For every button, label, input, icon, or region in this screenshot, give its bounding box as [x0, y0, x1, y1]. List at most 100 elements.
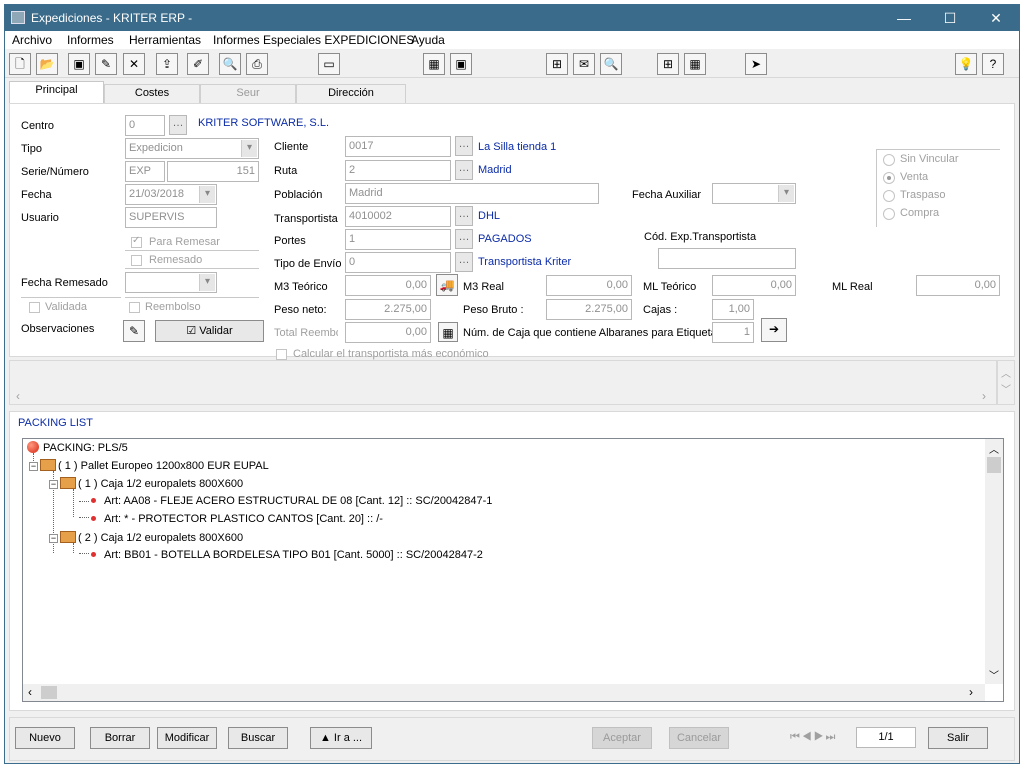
traspaso-radio[interactable]: [883, 190, 895, 202]
ml-real-field[interactable]: 0,00: [916, 275, 1000, 296]
article-node[interactable]: Art: BB01 - BOTELLA BORDELESA TIPO B01 […: [91, 549, 483, 561]
menu-herramientas[interactable]: Herramientas: [129, 33, 201, 47]
validar-button[interactable]: ☑ Validar: [155, 320, 264, 342]
ruta-lookup-button[interactable]: …: [455, 160, 473, 180]
tree-icon[interactable]: ⊞: [546, 53, 568, 75]
sin-vincular-radio[interactable]: [883, 154, 895, 166]
fecha-field[interactable]: 21/03/2018 ▾: [125, 184, 217, 205]
grid-icon[interactable]: ⊞: [657, 53, 679, 75]
chevron-up-icon[interactable]: ︿: [989, 441, 999, 456]
numero-field[interactable]: 151: [167, 161, 259, 182]
disk-icon[interactable]: ▣: [450, 53, 472, 75]
caja2-node[interactable]: −( 2 ) Caja 1/2 europalets 800X600: [49, 531, 243, 544]
vertical-scroll[interactable]: ︿ ﹀: [997, 360, 1015, 405]
collapse-icon[interactable]: −: [49, 534, 58, 543]
tab-costes[interactable]: Costes: [104, 84, 200, 103]
edit-icon[interactable]: ✎: [95, 53, 117, 75]
tab-seur[interactable]: Seur: [200, 84, 296, 103]
calculator-icon[interactable]: ▦: [438, 322, 458, 342]
total-reembolso-field[interactable]: 0,00: [345, 322, 431, 343]
borrar-button[interactable]: Borrar: [90, 727, 150, 749]
search-doc-icon[interactable]: 🔍: [600, 53, 622, 75]
menu-ayuda[interactable]: Ayuda: [411, 33, 445, 47]
arrow-right-icon[interactable]: ➔: [761, 318, 787, 342]
cancelar-button[interactable]: Cancelar: [669, 727, 729, 749]
scroll-thumb[interactable]: [987, 457, 1001, 473]
scroll-thumb[interactable]: [41, 686, 57, 699]
transportista-lookup-button[interactable]: …: [455, 206, 473, 226]
packing-tree[interactable]: PACKING: PLS/5 −( 1 ) Pallet Europeo 120…: [22, 438, 1004, 702]
menu-informes-especiales[interactable]: Informes Especiales EXPEDICIONES: [213, 33, 414, 47]
menu-informes[interactable]: Informes: [67, 33, 114, 47]
scroll-left-icon[interactable]: ‹: [28, 685, 32, 699]
buscar-button[interactable]: Buscar: [228, 727, 288, 749]
tab-principal[interactable]: Principal: [9, 81, 104, 103]
tipo-envio-field[interactable]: 0: [345, 252, 451, 273]
chevron-down-icon[interactable]: ﹀: [1001, 381, 1011, 396]
modificar-button[interactable]: Modificar: [157, 727, 217, 749]
usuario-field[interactable]: SUPERVIS: [125, 207, 217, 228]
centro-lookup-button[interactable]: …: [169, 115, 187, 135]
preview-icon[interactable]: 🔍: [219, 53, 241, 75]
num-caja-field[interactable]: 1: [712, 322, 754, 343]
print-icon[interactable]: ⎙: [246, 53, 268, 75]
scroll-right-icon[interactable]: ›: [982, 389, 986, 403]
notes-edit-icon[interactable]: ✎: [123, 320, 145, 342]
m3-real-field[interactable]: 0,00: [546, 275, 632, 296]
validada-checkbox[interactable]: [29, 302, 40, 313]
table-icon[interactable]: ▦: [684, 53, 706, 75]
maximize-button[interactable]: ☐: [927, 5, 973, 31]
lightbulb-icon[interactable]: 💡: [955, 53, 977, 75]
calculator-icon[interactable]: ▦: [423, 53, 445, 75]
window-icon[interactable]: ▭: [318, 53, 340, 75]
caja1-node[interactable]: −( 1 ) Caja 1/2 europalets 800X600: [49, 477, 243, 490]
article-node[interactable]: Art: * - PROTECTOR PLASTICO CANTOS [Cant…: [91, 513, 383, 525]
calcular-checkbox[interactable]: [276, 349, 287, 360]
para-remesar-checkbox[interactable]: [131, 235, 142, 248]
collapse-icon[interactable]: −: [49, 480, 58, 489]
cajas-field[interactable]: 1,00: [712, 299, 754, 320]
export-icon[interactable]: ⇪: [156, 53, 178, 75]
fecha-auxiliar-field[interactable]: ▾: [712, 183, 796, 204]
cod-exp-field[interactable]: [658, 248, 796, 269]
transportista-field[interactable]: 4010002: [345, 206, 451, 227]
ruta-field[interactable]: 2: [345, 160, 451, 181]
poblacion-field[interactable]: Madrid: [345, 183, 599, 204]
cliente-lookup-button[interactable]: …: [455, 136, 473, 156]
peso-bruto-field[interactable]: 2.275,00: [546, 299, 632, 320]
chevron-down-icon[interactable]: ﹀: [989, 667, 999, 682]
salir-button[interactable]: Salir: [928, 727, 988, 749]
help-icon[interactable]: ?: [982, 53, 1004, 75]
compra-radio[interactable]: [883, 208, 895, 220]
scroll-right-icon[interactable]: ›: [969, 685, 973, 699]
aceptar-button[interactable]: Aceptar: [592, 727, 652, 749]
record-navigation-icons[interactable]: ⏮◀▶⏭: [790, 731, 837, 744]
nuevo-button[interactable]: Nuevo: [15, 727, 75, 749]
centro-field[interactable]: 0: [125, 115, 165, 136]
delete-icon[interactable]: ✕: [123, 53, 145, 75]
ir-a-button[interactable]: ▲ Ir a ...: [310, 727, 372, 749]
mail-icon[interactable]: ✉: [573, 53, 595, 75]
m3-teorico-field[interactable]: 0,00: [345, 275, 431, 296]
article-node[interactable]: Art: AA08 - FLEJE ACERO ESTRUCTURAL DE 0…: [91, 495, 492, 507]
remesado-checkbox[interactable]: [131, 255, 142, 266]
scroll-left-icon[interactable]: ‹: [16, 389, 20, 403]
tree-vscrollbar[interactable]: ︿ ﹀: [985, 439, 1003, 684]
serie-field[interactable]: EXP: [125, 161, 165, 182]
portes-lookup-button[interactable]: …: [455, 229, 473, 249]
new-document-icon[interactable]: 🗋: [9, 53, 31, 75]
minimize-button[interactable]: —: [881, 5, 927, 31]
fecha-remesado-field[interactable]: ▾: [125, 272, 217, 293]
ml-teorico-field[interactable]: 0,00: [712, 275, 796, 296]
packing-root-node[interactable]: PACKING: PLS/5: [27, 441, 128, 454]
reembolso-checkbox[interactable]: [129, 302, 140, 313]
tipo-select[interactable]: Expedicion ▾: [125, 138, 259, 159]
run-icon[interactable]: ➤: [745, 53, 767, 75]
cliente-field[interactable]: 0017: [345, 136, 451, 157]
menu-archivo[interactable]: Archivo: [12, 33, 52, 47]
tab-direccion[interactable]: Dirección: [296, 84, 406, 103]
collapse-icon[interactable]: −: [29, 462, 38, 471]
chevron-up-icon[interactable]: ︿: [1001, 365, 1011, 380]
save-disk-icon[interactable]: ▣: [68, 53, 90, 75]
portes-field[interactable]: 1: [345, 229, 451, 250]
